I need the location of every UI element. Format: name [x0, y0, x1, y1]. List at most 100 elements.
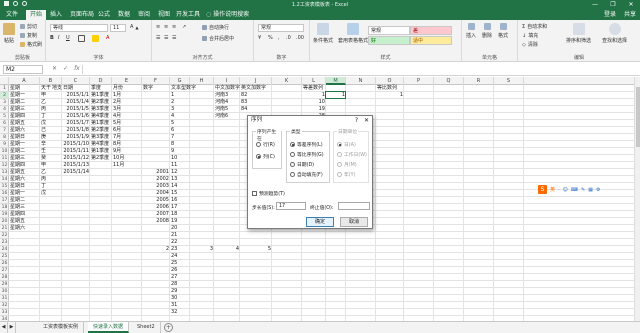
font-size-select[interactable]: 11 [110, 24, 126, 32]
cell-G24[interactable]: 23 [171, 246, 189, 253]
cell-A8[interactable]: 星期日 [10, 134, 39, 141]
cell-B11[interactable]: 癸 [41, 155, 61, 162]
row-header[interactable]: 9 [0, 141, 9, 148]
merge-center-button[interactable]: 合并后居中 [202, 35, 234, 42]
row-header[interactable]: 23 [0, 239, 9, 246]
cell-D8[interactable]: 第3季度 [91, 134, 111, 141]
cell-L1[interactable]: 等差数列 [303, 85, 325, 92]
ime-toolbar[interactable]: S 英 · ☺ ⌨ ✎ ▦ ⚙ [538, 185, 600, 194]
fill-button[interactable]: ↓ 填充 [522, 32, 538, 40]
cell-A21[interactable]: 星期六 [10, 225, 39, 232]
linear-radio[interactable]: 等差序列(L) [290, 141, 323, 148]
cell-F24[interactable]: 2 [143, 246, 169, 253]
paste-button[interactable]: 粘贴 [3, 23, 15, 44]
cell-A3[interactable]: 星期二 [10, 99, 39, 106]
trend-checkbox[interactable]: 预测趋势(T) [252, 190, 285, 197]
cell-B8[interactable]: 庚 [41, 134, 61, 141]
column-header[interactable]: N [346, 77, 376, 85]
cell-A17[interactable]: 星期二 [10, 197, 39, 204]
align-top-icon[interactable]: ≡ [156, 24, 160, 30]
row-header[interactable]: 26 [0, 260, 9, 267]
cell-F17[interactable]: 2005 [143, 197, 169, 204]
cell-G2[interactable]: 1 [171, 92, 189, 99]
bold-button[interactable]: B [50, 35, 54, 41]
tab-home[interactable]: 开始 [26, 10, 47, 20]
cell-G16[interactable]: 15 [171, 190, 189, 197]
cell-G1[interactable]: 文本型数字 [171, 85, 196, 92]
align-right-icon[interactable]: ☰ [172, 35, 176, 41]
column-header[interactable]: H [190, 77, 214, 85]
sort-filter-button[interactable]: 排序和筛选 [566, 23, 591, 44]
cell-D9[interactable]: 第4季度 [91, 141, 111, 148]
row-header[interactable]: 8 [0, 134, 9, 141]
cell-G13[interactable]: 12 [171, 169, 189, 176]
align-bottom-icon[interactable]: ≡ [172, 24, 176, 30]
cell-G21[interactable]: 20 [171, 225, 189, 232]
column-header[interactable]: E [112, 77, 142, 85]
column-header[interactable]: R [464, 77, 494, 85]
cell-F19[interactable]: 2007 [143, 211, 169, 218]
italic-button[interactable]: I [58, 35, 59, 41]
growth-radio[interactable]: 等比序列(G) [290, 151, 324, 158]
cell-C10[interactable]: 2015/1/11 [63, 148, 89, 155]
cell-G8[interactable]: 7 [171, 134, 189, 141]
underline-button[interactable]: U [66, 35, 70, 41]
cell-G32[interactable]: 31 [171, 302, 189, 309]
ime-logo-icon[interactable]: S [538, 185, 547, 194]
cell-C8[interactable]: 2015/1/9 [63, 134, 89, 141]
cell-G26[interactable]: 25 [171, 260, 189, 267]
copy-button[interactable]: 复制 [20, 32, 37, 39]
cell-E6[interactable]: 5月 [113, 120, 141, 127]
cell-B16[interactable]: 戊 [41, 190, 61, 197]
cell-J2[interactable]: 82 [241, 92, 271, 99]
row-header[interactable]: 18 [0, 204, 9, 211]
sheet-tab-quick-entry[interactable]: 快速录入数据 [88, 322, 130, 333]
row-header[interactable]: 12 [0, 162, 9, 169]
cell-I3[interactable]: 河南4 [215, 99, 239, 106]
align-center-icon[interactable]: ☰ [164, 35, 168, 41]
cell-B5[interactable]: 丁 [41, 113, 61, 120]
cell-G30[interactable]: 29 [171, 288, 189, 295]
cell-A10[interactable]: 星期二 [10, 148, 39, 155]
cell-C5[interactable]: 2015/1/6 [63, 113, 89, 120]
cell-E8[interactable]: 7月 [113, 134, 141, 141]
row-header[interactable]: 19 [0, 211, 9, 218]
cell-D5[interactable]: 第4季度 [91, 113, 111, 120]
cell-A4[interactable]: 星期三 [10, 106, 39, 113]
cell-A14[interactable]: 星期六 [10, 176, 39, 183]
style-neutral[interactable]: 适中 [410, 36, 452, 45]
cell-A11[interactable]: 星期三 [10, 155, 39, 162]
cell-G29[interactable]: 28 [171, 281, 189, 288]
cell-G10[interactable]: 9 [171, 148, 189, 155]
cell-B2[interactable]: 甲 [41, 92, 61, 99]
row-header[interactable]: 4 [0, 106, 9, 113]
column-header[interactable]: S [494, 77, 524, 85]
cell-A5[interactable]: 星期四 [10, 113, 39, 120]
row-header[interactable]: 17 [0, 197, 9, 204]
cell-G28[interactable]: 27 [171, 274, 189, 281]
column-header[interactable]: K [272, 77, 302, 85]
cell-D10[interactable]: 第1季度 [91, 148, 111, 155]
column-header[interactable]: B [40, 77, 62, 85]
cell-G9[interactable]: 8 [171, 141, 189, 148]
cell-C13[interactable]: 2015/1/14 [63, 169, 89, 176]
comma-icon[interactable]: , [278, 35, 280, 41]
cell-G25[interactable]: 24 [171, 253, 189, 260]
row-header[interactable]: 16 [0, 190, 9, 197]
ime-settings-icon[interactable]: ⚙ [596, 187, 600, 193]
tab-developer[interactable]: 开发工具 [172, 10, 204, 20]
cell-A18[interactable]: 星期三 [10, 204, 39, 211]
format-as-table-button[interactable]: 套用表格格式 [338, 23, 368, 44]
cell-B9[interactable]: 辛 [41, 141, 61, 148]
cell-A1[interactable]: 星期 [10, 85, 39, 92]
cell-I4[interactable]: 河南5 [215, 106, 239, 113]
column-header[interactable]: I [214, 77, 240, 85]
cell-B3[interactable]: 乙 [41, 99, 61, 106]
cell-B12[interactable]: 甲 [41, 162, 61, 169]
style-good[interactable]: 好 [368, 36, 410, 45]
rows-radio[interactable]: 行(R) [256, 141, 275, 148]
cell-D1[interactable]: 季度 [91, 85, 111, 92]
increase-decimal-icon[interactable]: .0 [286, 35, 291, 41]
cell-A9[interactable]: 星期一 [10, 141, 39, 148]
cell-G14[interactable]: 13 [171, 176, 189, 183]
